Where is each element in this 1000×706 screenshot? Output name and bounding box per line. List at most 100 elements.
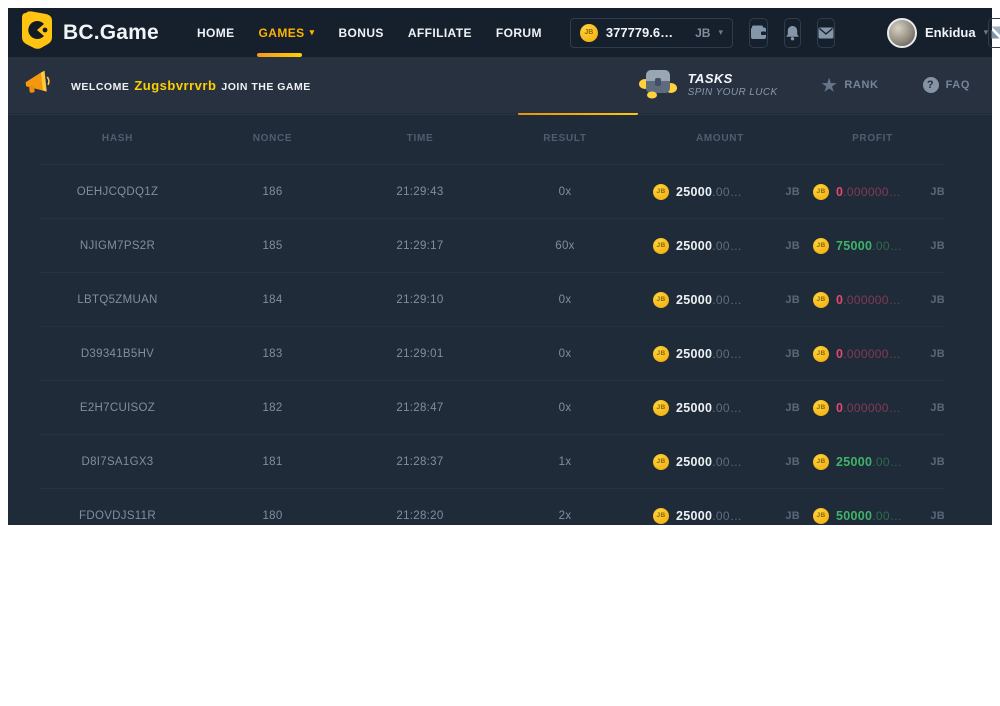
bet-nonce: 181 [195, 456, 350, 468]
nav-item-forum[interactable]: FORUM [484, 8, 554, 57]
welcome-username: Zugsbvrrvrb [134, 78, 216, 93]
col-header-nonce: NONCE [195, 133, 350, 144]
table-row[interactable]: D8I7SA1GX3 181 21:28:37 1x JB 25000.00… … [40, 434, 945, 488]
amount-currency: JB [785, 348, 800, 360]
user-menu[interactable]: Enkidua ▾ [887, 18, 988, 48]
table-row[interactable]: D39341B5HV 183 21:29:01 0x JB 25000.00… … [40, 326, 945, 380]
bet-amount: JB 25000.00… JB [640, 508, 800, 524]
jb-coin-icon: JB [813, 400, 829, 416]
chevron-down-icon: ▾ [310, 27, 315, 38]
profit-currency: JB [930, 510, 945, 522]
rank-link[interactable]: ★ RANK [822, 77, 879, 94]
bet-time: 21:29:17 [350, 240, 490, 252]
amount-currency: JB [785, 456, 800, 468]
table-header-row: HASH NONCE TIME RESULT AMOUNT PROFIT [40, 113, 945, 164]
jb-coin-icon: JB [653, 292, 669, 308]
jb-coin-icon: JB [653, 346, 669, 362]
col-header-result: RESULT [490, 133, 640, 144]
bet-profit: JB 50000.00… JB [800, 508, 945, 524]
bet-result: 2x [490, 510, 640, 522]
amount-currency: JB [785, 510, 800, 522]
tasks-subtitle: SPIN YOUR LUCK [688, 87, 778, 100]
banner-actions: TASKS SPIN YOUR LUCK ★ RANK ? FAQ [638, 67, 970, 104]
amount-currency: JB [785, 186, 800, 198]
messages-button[interactable] [817, 18, 835, 48]
table-body: OEHJCQDQ1Z 186 21:29:43 0x JB 25000.00… … [40, 164, 945, 525]
bet-profit: JB 0.000000… JB [800, 184, 945, 200]
jb-coin-icon: JB [653, 238, 669, 254]
chevron-down-icon: ▾ [718, 27, 723, 38]
bet-hash: D39341B5HV [40, 348, 195, 360]
bet-hash: FDOVDJS11R [40, 510, 195, 522]
bet-profit: JB 25000.00… JB [800, 454, 945, 470]
tasks-title: TASKS [688, 71, 778, 87]
app-window: BC.Game HOME GAMES ▾ BONUS AFFILIATE FOR… [8, 8, 992, 525]
bet-result: 60x [490, 240, 640, 252]
notifications-button[interactable] [784, 18, 801, 48]
bet-nonce: 183 [195, 348, 350, 360]
tasks-link[interactable]: TASKS SPIN YOUR LUCK [638, 67, 778, 104]
chat-toggle-button[interactable] [988, 18, 1000, 48]
bet-time: 21:29:01 [350, 348, 490, 360]
profit-currency: JB [930, 294, 945, 306]
bet-amount: JB 25000.00… JB [640, 454, 800, 470]
chat-icon [989, 24, 1000, 41]
bet-nonce: 180 [195, 510, 350, 522]
treasure-chest-icon [638, 67, 678, 104]
avatar [887, 18, 917, 48]
bets-panel: HASH NONCE TIME RESULT AMOUNT PROFIT OEH… [8, 113, 992, 525]
bet-amount: JB 25000.00… JB [640, 292, 800, 308]
bet-amount: JB 25000.00… JB [640, 184, 800, 200]
welcome-message: WELCOMEZugsbvrrvrbJOIN THE GAME [71, 78, 311, 93]
bet-result: 0x [490, 294, 640, 306]
bet-hash: D8I7SA1GX3 [40, 456, 195, 468]
bet-result: 0x [490, 348, 640, 360]
announcement-banner: WELCOMEZugsbvrrvrbJOIN THE GAME TASKS [8, 57, 992, 113]
username-label: Enkidua [925, 25, 976, 40]
question-icon: ? [923, 77, 939, 93]
table-row[interactable]: NJIGM7PS2R 185 21:29:17 60x JB 25000.00…… [40, 218, 945, 272]
bet-profit: JB 0.000000… JB [800, 346, 945, 362]
balance-selector[interactable]: JB 377779.6… JB ▾ [570, 18, 733, 48]
col-header-amount: AMOUNT [640, 133, 800, 144]
table-row[interactable]: LBTQ5ZMUAN 184 21:29:10 0x JB 25000.00… … [40, 272, 945, 326]
brand-logo[interactable]: BC.Game [20, 11, 159, 54]
bet-profit: JB 0.000000… JB [800, 292, 945, 308]
bet-time: 21:28:20 [350, 510, 490, 522]
faq-link[interactable]: ? FAQ [923, 77, 970, 93]
wallet-button[interactable] [749, 18, 768, 48]
bets-table: HASH NONCE TIME RESULT AMOUNT PROFIT OEH… [40, 113, 945, 525]
brand-name: BC.Game [63, 21, 159, 45]
table-row[interactable]: OEHJCQDQ1Z 186 21:29:43 0x JB 25000.00… … [40, 164, 945, 218]
jb-coin-icon: JB [580, 24, 598, 42]
jb-coin-icon: JB [813, 292, 829, 308]
jb-coin-icon: JB [813, 184, 829, 200]
bet-hash: E2H7CUISOZ [40, 402, 195, 414]
profit-currency: JB [930, 402, 945, 414]
bet-time: 21:28:37 [350, 456, 490, 468]
jb-coin-icon: JB [653, 184, 669, 200]
nav-item-home[interactable]: HOME [185, 8, 247, 57]
bet-amount: JB 25000.00… JB [640, 346, 800, 362]
bet-time: 21:29:43 [350, 186, 490, 198]
balance-currency: JB [695, 26, 710, 40]
bet-nonce: 186 [195, 186, 350, 198]
col-header-time: TIME [350, 133, 490, 144]
bet-profit: JB 75000.00… JB [800, 238, 945, 254]
table-row[interactable]: FDOVDJS11R 180 21:28:20 2x JB 25000.00… … [40, 488, 945, 525]
bet-nonce: 184 [195, 294, 350, 306]
mail-icon [818, 27, 834, 39]
nav-item-bonus[interactable]: BONUS [326, 8, 395, 57]
nav-item-games[interactable]: GAMES ▾ [247, 8, 327, 57]
jb-coin-icon: JB [813, 238, 829, 254]
nav-item-affiliate[interactable]: AFFILIATE [396, 8, 484, 57]
col-header-profit: PROFIT [800, 133, 945, 144]
bet-hash: NJIGM7PS2R [40, 240, 195, 252]
bet-time: 21:28:47 [350, 402, 490, 414]
profit-currency: JB [930, 348, 945, 360]
wallet-icon [750, 25, 767, 40]
bet-result: 0x [490, 402, 640, 414]
table-row[interactable]: E2H7CUISOZ 182 21:28:47 0x JB 25000.00… … [40, 380, 945, 434]
bet-amount: JB 25000.00… JB [640, 400, 800, 416]
top-navbar: BC.Game HOME GAMES ▾ BONUS AFFILIATE FOR… [8, 8, 992, 57]
